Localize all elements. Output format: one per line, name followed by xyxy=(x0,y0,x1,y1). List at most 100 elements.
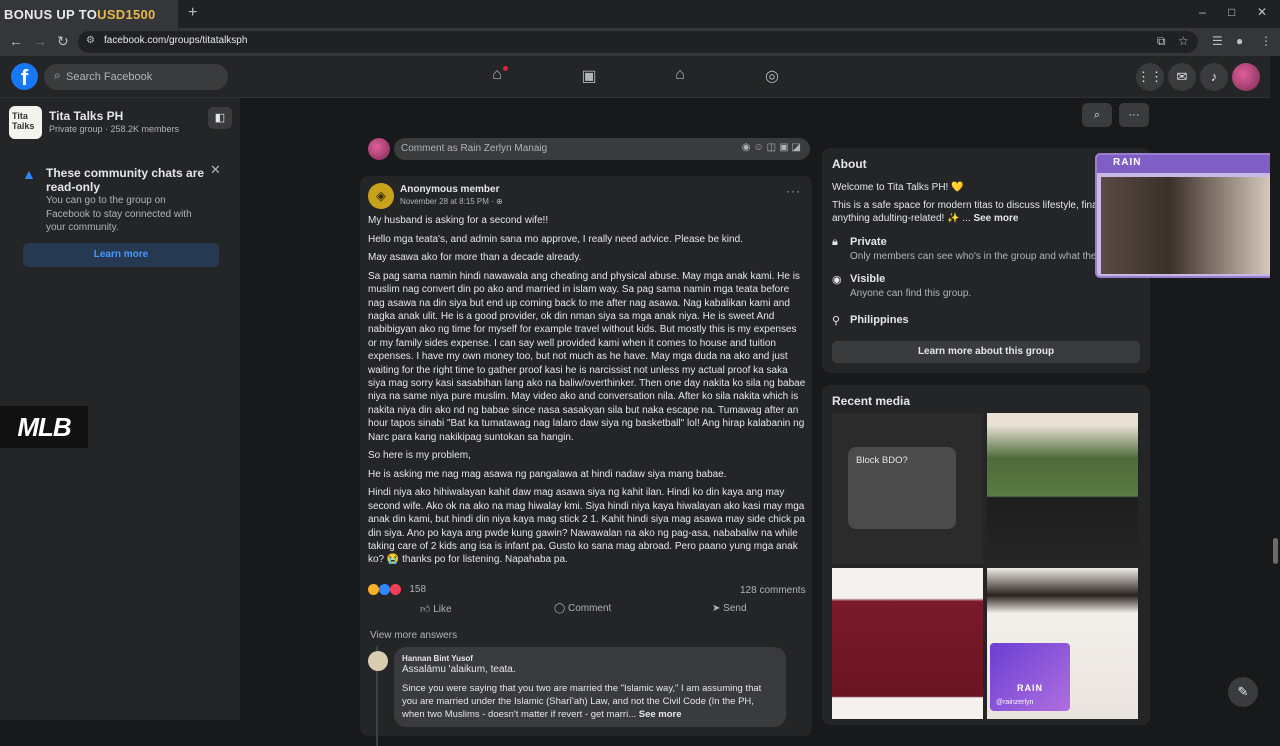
post-body: My husband is asking for a second wife!!… xyxy=(368,214,806,572)
left-sidebar: Tita Talks Tita Talks PH Private group ·… xyxy=(0,98,240,720)
avatar[interactable] xyxy=(368,651,388,671)
comment-icon: ◯ xyxy=(554,603,568,614)
tab-title-amount: USD1500 xyxy=(97,6,156,22)
webcam-overlay: RAIN xyxy=(1095,153,1278,278)
browser-tab[interactable]: BONUS UP TO USD1500 xyxy=(0,0,178,28)
comment-placeholder: Comment as Rain Zerlyn Manaig xyxy=(401,143,548,154)
see-more-link[interactable]: See more xyxy=(973,213,1018,224)
back-arrow-icon[interactable]: ← xyxy=(9,33,23,49)
like-reaction-icon xyxy=(378,584,390,595)
comment-input[interactable]: Comment as Rain Zerlyn Manaig ◉☺◫▣◪ xyxy=(394,138,810,160)
group-icon[interactable]: Tita Talks xyxy=(9,106,42,139)
reply-author[interactable]: Hannan Bint Yusof xyxy=(402,654,778,663)
avatar xyxy=(368,138,390,160)
see-more-link[interactable]: See more xyxy=(639,709,682,720)
reload-icon[interactable]: ↻ xyxy=(57,33,69,50)
minimize-button[interactable]: – xyxy=(1199,5,1206,19)
close-icon[interactable]: ✕ xyxy=(210,162,221,178)
bdo-dialog: Block BDO? xyxy=(848,447,956,529)
group-more-button[interactable]: ··· xyxy=(1119,103,1149,127)
reply-greeting: Assalāmu 'alaikum, teata. xyxy=(402,664,516,675)
new-tab-button[interactable]: + xyxy=(188,4,197,22)
learn-more-about-group-button[interactable]: Learn more about this group xyxy=(832,341,1140,363)
facebook-logo[interactable]: f xyxy=(11,63,38,90)
webcam-feed xyxy=(1101,177,1272,274)
group-search-button[interactable]: ⌕ xyxy=(1082,103,1112,127)
address-bar-row: ← → ↻ ⚙ facebook.com/groups/titatalksph … xyxy=(0,28,1280,56)
post-paragraph: Hindi niya ako hihiwalayan kahit daw mag… xyxy=(368,487,805,566)
search-icon: ⌕ xyxy=(54,68,61,82)
marketplace-icon[interactable]: ⌂ xyxy=(669,66,691,88)
groups-icon[interactable]: ◎ xyxy=(761,66,783,88)
location-name: Philippines xyxy=(850,314,909,326)
notifications-icon[interactable]: ♪ xyxy=(1200,63,1228,91)
more-options-icon[interactable]: ··· xyxy=(786,184,801,198)
like-button[interactable]: 👍︎ Like xyxy=(420,603,452,615)
post-author[interactable]: Anonymous member xyxy=(400,184,499,195)
send-icon: ➤ xyxy=(712,603,724,614)
site-info-icon[interactable]: ⚙ xyxy=(86,35,95,46)
profile-icon[interactable]: ● xyxy=(1236,34,1243,48)
media-thumb-green-top[interactable] xyxy=(987,413,1138,564)
about-title: About xyxy=(832,157,867,171)
badge-brand: RAIN xyxy=(1017,683,1043,693)
notification-dot xyxy=(503,66,508,71)
visibility-title: Visible xyxy=(850,273,886,285)
notice-body: You can go to the group on Facebook to s… xyxy=(46,195,192,233)
maximize-button[interactable]: □ xyxy=(1228,5,1235,19)
reply-comment: Hannan Bint Yusof Assalāmu 'alaikum, tea… xyxy=(394,647,786,727)
webcam-header: RAIN xyxy=(1097,155,1276,173)
comment-button[interactable]: ◯ Comment xyxy=(554,603,611,614)
reaction-count: 158 xyxy=(409,584,427,596)
reply-text: Since you were saying that you two are m… xyxy=(402,683,762,720)
reading-list-icon[interactable]: ☰ xyxy=(1212,34,1223,48)
notice-title: These community chats are read-only xyxy=(46,166,205,194)
url-field[interactable]: ⚙ facebook.com/groups/titatalksph xyxy=(78,31,1198,53)
send-button[interactable]: ➤ Send xyxy=(712,603,747,614)
scrollbar[interactable] xyxy=(1270,56,1280,720)
messenger-icon[interactable]: ✉ xyxy=(1168,63,1196,91)
group-name[interactable]: Tita Talks PH xyxy=(49,109,123,123)
tab-title: BONUS UP TO xyxy=(4,6,98,22)
recent-media-title: Recent media xyxy=(832,394,911,408)
forward-arrow-icon[interactable]: → xyxy=(33,33,47,49)
video-icon[interactable]: ▣ xyxy=(578,66,600,88)
lock-icon: 🔒︎ xyxy=(832,236,838,248)
comment-tools-icon[interactable]: ◉☺◫▣◪ xyxy=(742,142,804,153)
media-thumb-red-dress[interactable] xyxy=(832,568,983,719)
learn-more-button[interactable]: Learn more xyxy=(23,243,219,267)
post-paragraph: Sa pag sama namin hindi nawawala ang che… xyxy=(368,270,806,443)
close-window-button[interactable]: ✕ xyxy=(1257,5,1267,19)
bdo-title: Block BDO? xyxy=(856,455,908,466)
reaction-summary[interactable]: 158 xyxy=(368,584,426,595)
anonymous-avatar-icon: ◈ xyxy=(368,183,394,209)
streamer-badge: RAIN @rainzerlyn xyxy=(990,643,1070,711)
post-date[interactable]: November 28 at 8:15 PM · ⊕ xyxy=(400,197,503,206)
send-label: Send xyxy=(723,603,747,614)
sidebar-toggle-button[interactable]: ◧ xyxy=(208,107,232,129)
scrollbar-thumb[interactable] xyxy=(1273,538,1278,564)
menu-grid-icon[interactable]: ⋮⋮ xyxy=(1136,63,1164,91)
eye-icon: ◉ xyxy=(832,274,842,286)
post-paragraph: My husband is asking for a second wife!! xyxy=(368,215,549,226)
bookmark-star-icon[interactable]: ☆ xyxy=(1178,34,1189,48)
privacy-title: Private xyxy=(850,236,887,248)
browser-menu-icon[interactable]: ⋮ xyxy=(1260,34,1272,48)
mlb-logo: MLB xyxy=(0,406,88,448)
post-card: ◈ Anonymous member November 28 at 8:15 P… xyxy=(360,176,812,746)
search-box[interactable]: ⌕ xyxy=(44,64,228,90)
new-message-button[interactable]: ✎ xyxy=(1228,677,1258,707)
cast-icon[interactable]: ⧉ xyxy=(1157,34,1166,49)
view-more-answers[interactable]: View more answers xyxy=(370,630,457,641)
recent-media-panel: Recent media Block BDO? xyxy=(822,385,1150,725)
home-icon[interactable]: ⌂ xyxy=(486,66,508,88)
webcam-brand: RAIN xyxy=(1113,157,1142,168)
visibility-subtitle: Anyone can find this group. xyxy=(850,288,972,299)
comments-count[interactable]: 128 comments xyxy=(740,585,806,596)
facebook-header: f ⌕ ⌂ ▣ ⌂ ◎ ⋮⋮ ✉ ♪ xyxy=(0,56,1280,98)
search-input[interactable] xyxy=(66,64,216,90)
about-text: This is a safe space for modern titas to… xyxy=(832,199,1109,225)
browser-tab-bar: BONUS UP TO USD1500 + – □ ✕ xyxy=(0,0,1280,28)
account-avatar[interactable] xyxy=(1232,63,1260,91)
media-thumb-bdo[interactable]: Block BDO? xyxy=(832,413,983,564)
